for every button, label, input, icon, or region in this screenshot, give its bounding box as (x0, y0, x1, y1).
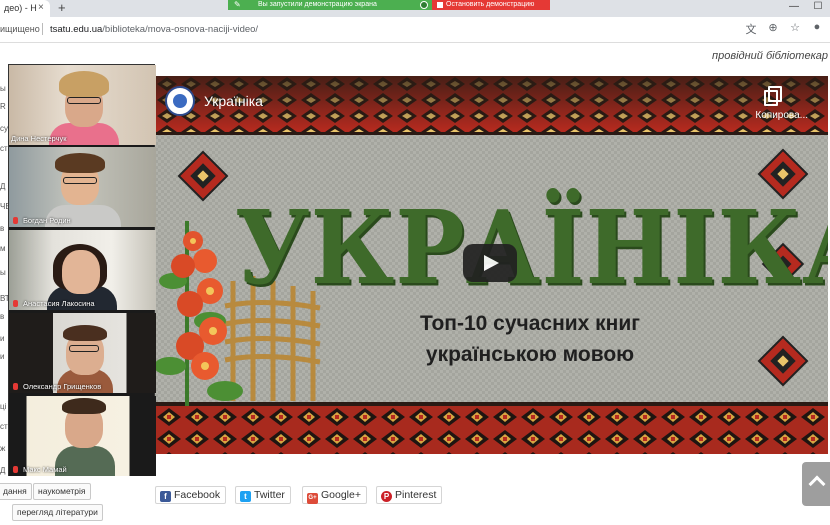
share-status-icon (420, 1, 428, 9)
screen: део) - Н × + ✎ Вы запустили демонстрацию… (0, 0, 830, 525)
copy-link-icon[interactable] (764, 86, 782, 106)
video-subtitle-line1: Топ-10 сучасних книг (419, 312, 641, 335)
clipped-text-fragment: в (0, 312, 5, 321)
video-subtitle: Топ-10 сучасних книг українською мовою (355, 308, 705, 370)
participant-name: Анастасия Лакосина (23, 299, 95, 308)
address-divider (42, 23, 43, 35)
address-bar[interactable]: ищищено tsatu.edu.ua/biblioteka/mova-osn… (0, 17, 830, 43)
stop-icon (437, 2, 443, 8)
clipped-text-fragment: Д (0, 182, 6, 191)
tag-link[interactable]: наукометрія (33, 483, 91, 500)
clipped-text-fragment: ст (0, 422, 8, 431)
facebook-icon: f (160, 491, 171, 502)
clipped-text-fragment: ці (0, 402, 7, 411)
stop-share-button[interactable]: Остановить демонстрацию (432, 0, 550, 10)
bookmark-star-icon[interactable]: ☆ (788, 21, 802, 37)
browser-tab-strip: део) - Н × + ✎ Вы запустили демонстрацию… (0, 0, 830, 17)
share-facebook-button[interactable]: f Facebook (155, 486, 227, 504)
channel-logo[interactable] (165, 86, 195, 116)
share-googleplus-button[interactable]: G+ Google+ (302, 486, 367, 504)
share-twitter-button[interactable]: t Twitter (235, 486, 291, 504)
new-tab-button[interactable]: + (58, 0, 66, 15)
participant-hair (63, 325, 107, 341)
share-label: Pinterest (395, 489, 437, 501)
share-label: Facebook (174, 489, 221, 501)
clipped-text-fragment: и (0, 352, 5, 361)
clipped-text-fragment: ы (0, 84, 6, 93)
share-label: Google+ (321, 489, 361, 501)
tab-close-icon[interactable]: × (38, 2, 44, 13)
muted-mic-icon (13, 383, 18, 390)
clipped-text-fragment: ж (0, 444, 6, 453)
participant-hair (62, 398, 106, 414)
clipped-text-fragment: м (0, 244, 6, 253)
participant-name: Олександр Грищенков (23, 382, 102, 391)
tab-title: део) - Н (4, 3, 37, 13)
clipped-text-fragment: R (0, 102, 6, 111)
participant-name: Макс Мамай (23, 465, 67, 474)
pinterest-icon: P (381, 491, 392, 502)
participant-name: Богдан Родин (23, 216, 71, 225)
scroll-to-top-button[interactable] (802, 462, 830, 506)
video-subtitle-line2: українською мовою (425, 343, 635, 366)
screen-share-message: ✎ Вы запустили демонстрацию экрана (228, 0, 432, 10)
window-controls: — ☐ (782, 0, 830, 14)
profile-icon[interactable]: ● (810, 21, 824, 37)
share-label: Twitter (254, 489, 285, 501)
participant-hair (59, 71, 109, 97)
tag-link[interactable]: дання (0, 483, 32, 500)
pin-icon: ✎ (234, 0, 241, 9)
url-path: /biblioteka/mova-osnova-naciji-video/ (102, 24, 259, 35)
zoom-icon[interactable]: ⊕ (766, 21, 780, 37)
video-player[interactable]: Україніка Копирова... УКРАЇНІКА Топ-10 с… (155, 76, 828, 454)
glasses (67, 97, 101, 104)
copy-link-label[interactable]: Копирова... (755, 110, 808, 121)
screen-share-bar: ✎ Вы запустили демонстрацию экрана Остан… (228, 0, 550, 10)
clipped-text-fragment: су (0, 124, 8, 133)
participant-face (62, 250, 100, 294)
url-text[interactable]: tsatu.edu.ua/biblioteka/mova-osnova-naci… (50, 24, 258, 35)
twitter-icon: t (240, 491, 251, 502)
translate-icon[interactable]: 文 (744, 21, 758, 37)
muted-mic-icon (13, 300, 18, 307)
clipped-text-fragment: ст (0, 144, 8, 153)
clipped-text-fragment: Д (0, 466, 6, 475)
glasses (69, 345, 99, 352)
clipped-text-fragment: ы (0, 268, 6, 277)
maximize-button[interactable]: ☐ (806, 0, 830, 14)
participant-tile[interactable]: Анастасия Лакосина (9, 230, 156, 310)
channel-name[interactable]: Україніка (204, 93, 263, 109)
librarian-caption: провідний бібліотекар (712, 50, 828, 62)
address-bar-actions: 文 ⊕ ☆ ● (744, 21, 824, 37)
muted-mic-icon (13, 217, 18, 224)
participant-tile[interactable]: Макс Мамай (9, 396, 156, 476)
clipped-text-fragment: в (0, 224, 5, 233)
security-label[interactable]: ищищено (0, 24, 40, 34)
share-message-text: Вы запустили демонстрацию экрана (258, 1, 377, 8)
clipped-text-fragment: и (0, 334, 5, 343)
tag-link[interactable]: перегляд літератури (12, 504, 103, 521)
url-domain: tsatu.edu.ua (50, 24, 103, 35)
participant-tile[interactable]: Олександр Грищенков (9, 313, 156, 393)
minimize-button[interactable]: — (782, 0, 806, 14)
share-pinterest-button[interactable]: P Pinterest (376, 486, 443, 504)
stop-share-label: Остановить демонстрацию (446, 1, 535, 8)
googleplus-icon: G+ (307, 493, 318, 504)
participant-name: Дина Нестерчук (11, 134, 67, 143)
participant-tile[interactable]: Дина Нестерчук (9, 65, 156, 145)
muted-mic-icon (13, 466, 18, 473)
participant-hair (55, 153, 105, 173)
glasses (63, 177, 97, 184)
participant-panel: Дина Нестерчук Богдан Родин Анастасия Ла… (8, 64, 156, 476)
browser-tab[interactable]: део) - Н × (0, 0, 50, 17)
play-button[interactable] (463, 244, 517, 282)
participant-tile[interactable]: Богдан Родин (9, 147, 156, 227)
